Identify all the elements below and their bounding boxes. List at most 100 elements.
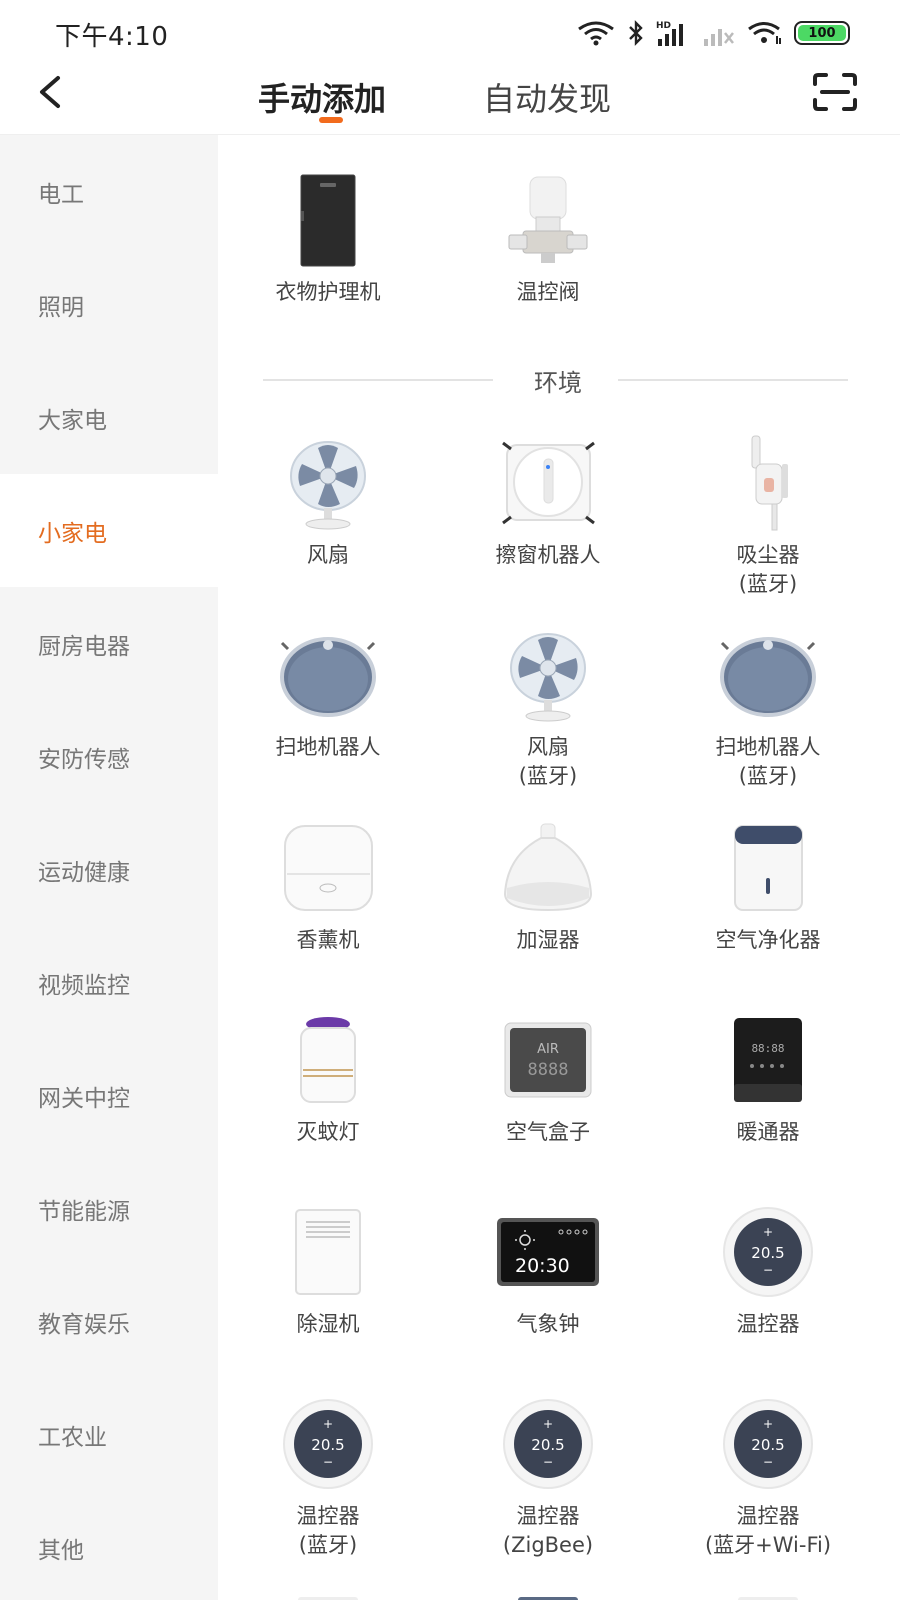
sidebar-item-video[interactable]: 视频监控 xyxy=(0,926,218,1039)
battery-icon: 100 xyxy=(794,21,850,45)
sidebar-item-sports-health[interactable]: 运动健康 xyxy=(0,813,218,926)
device-card[interactable]: AIR 8888 空气盒子 xyxy=(438,1010,658,1147)
purifier-icon xyxy=(658,818,878,918)
device-card[interactable]: 扫地机器人 (蓝牙) xyxy=(658,625,878,791)
device-name: 暖通器 xyxy=(736,1120,800,1144)
device-name: 温控器 xyxy=(736,1312,800,1336)
device-name: 扫地机器人 xyxy=(275,735,381,759)
device-card[interactable]: 温控阀 xyxy=(438,170,658,307)
device-card[interactable]: 88:88 暖通器 xyxy=(658,1010,878,1147)
device-name: 温控器 (蓝牙) xyxy=(296,1504,360,1557)
svg-text:−: − xyxy=(763,1455,773,1469)
tab-manual-add[interactable]: 手动添加 xyxy=(258,74,386,120)
device-card[interactable]: 20:30 气象钟 xyxy=(438,1202,658,1339)
signal-hd-icon: HD xyxy=(656,21,683,46)
valve-icon xyxy=(438,170,658,270)
svg-text:+: + xyxy=(763,1417,773,1431)
thermostat-value: 20.5 xyxy=(311,1436,344,1454)
svg-text:HD: HD xyxy=(656,21,671,31)
device-card[interactable]: 灭蚊灯 xyxy=(218,1010,438,1147)
device-card[interactable]: 扫地机器人 xyxy=(218,625,438,762)
robot-vacuum-icon xyxy=(658,625,878,725)
thermostat-icon: + 20.5 − xyxy=(658,1202,878,1302)
status-bar: 下午4:10 HD 100 xyxy=(0,0,900,62)
vacuum-icon xyxy=(658,433,878,533)
device-card[interactable]: 除湿机 xyxy=(218,1202,438,1339)
device-name: 除湿机 xyxy=(296,1312,360,1336)
device-card[interactable]: + 20.5 − 温控器 (蓝牙) xyxy=(218,1394,438,1560)
device-name: 风扇 (蓝牙) xyxy=(518,735,578,788)
fan-icon xyxy=(218,433,438,533)
device-name: 加湿器 xyxy=(516,928,580,952)
mosquito-lamp-icon xyxy=(218,1010,438,1110)
device-card[interactable]: + 20.5 − 温控器 (蓝牙+Wi-Fi) xyxy=(658,1394,878,1560)
wardrobe-icon xyxy=(218,170,438,270)
tab-auto-discover[interactable]: 自动发现 xyxy=(483,74,611,120)
status-icons: HD 100 xyxy=(576,18,850,48)
sidebar-item-lighting[interactable]: 照明 xyxy=(0,248,218,361)
sidebar-item-other[interactable]: 其他 xyxy=(0,1491,218,1600)
svg-text:−: − xyxy=(763,1263,773,1277)
svg-text:−: − xyxy=(323,1455,333,1469)
device-name: 温控器 (蓝牙+Wi-Fi) xyxy=(704,1504,832,1557)
device-card[interactable]: 衣物护理机 xyxy=(218,170,438,307)
sidebar-item-energy[interactable]: 节能能源 xyxy=(0,1152,218,1265)
aroma-icon xyxy=(218,818,438,918)
bluetooth-icon xyxy=(629,20,643,46)
sidebar-item-electrician[interactable]: 电工 xyxy=(0,135,218,248)
device-card[interactable]: 擦窗机器人 xyxy=(438,433,658,570)
sidebar-item-small-appliances[interactable]: 小家电 xyxy=(0,474,218,587)
dehumidifier-icon xyxy=(218,1202,438,1302)
svg-text:+: + xyxy=(763,1225,773,1239)
thermostat-value: 20.5 xyxy=(751,1436,784,1454)
device-card[interactable]: 风扇 xyxy=(218,433,438,570)
device-name: 气象钟 xyxy=(516,1312,580,1336)
device-card[interactable]: 吸尘器 (蓝牙) xyxy=(658,433,878,599)
device-name: 温控阀 xyxy=(516,280,580,304)
sidebar-item-kitchen[interactable]: 厨房电器 xyxy=(0,587,218,700)
section-title: 环境 xyxy=(534,369,582,397)
sidebar-item-industry[interactable]: 工农业 xyxy=(0,1378,218,1491)
device-name: 吸尘器 (蓝牙) xyxy=(736,543,800,596)
sidebar-item-large-appliances[interactable]: 大家电 xyxy=(0,361,218,474)
signal-weak-icon xyxy=(704,29,734,46)
device-name: 香薰机 xyxy=(296,928,360,952)
sidebar-item-security[interactable]: 安防传感 xyxy=(0,700,218,813)
svg-text:+: + xyxy=(543,1417,553,1431)
status-time: 下午4:10 xyxy=(55,22,169,52)
device-card[interactable]: 香薰机 xyxy=(218,818,438,955)
hvac-icon: 88:88 xyxy=(658,1010,878,1110)
thermostat-value: 20.5 xyxy=(751,1244,784,1262)
top-nav: 手动添加 自动发现 xyxy=(0,62,900,135)
device-card[interactable]: + 20.5 − 温控器 (ZigBee) xyxy=(438,1394,658,1560)
device-name: 空气盒子 xyxy=(506,1120,590,1144)
device-name: 擦窗机器人 xyxy=(495,543,601,567)
wifi-icon xyxy=(578,21,614,46)
device-grid: 衣物护理机 温控阀 环境 风扇 擦窗机器人 吸尘器 (蓝牙) 扫地机器人 风扇 … xyxy=(218,135,900,1600)
battery-level: 100 xyxy=(798,25,846,41)
category-sidebar: 电工 照明 大家电 小家电 厨房电器 安防传感 运动健康 视频监控 网关中控 节… xyxy=(0,135,218,1600)
device-card[interactable]: 加湿器 xyxy=(438,818,658,955)
thermostat-value: 20.5 xyxy=(531,1436,564,1454)
back-arrow-icon[interactable] xyxy=(30,70,74,114)
scan-icon[interactable] xyxy=(812,72,858,112)
thermostat-icon: + 20.5 − xyxy=(658,1394,878,1494)
air-box-icon: AIR 8888 xyxy=(438,1010,658,1110)
device-name: 灭蚊灯 xyxy=(296,1120,360,1144)
hvac-digits: 88:88 xyxy=(751,1042,784,1055)
svg-text:+: + xyxy=(323,1417,333,1431)
clock-time: 20:30 xyxy=(515,1255,570,1277)
device-name: 衣物护理机 xyxy=(275,280,381,304)
device-name: 风扇 xyxy=(307,543,349,567)
device-card[interactable]: 风扇 (蓝牙) xyxy=(438,625,658,791)
humidifier-icon xyxy=(438,818,658,918)
section-header-environment: 环境 xyxy=(263,360,853,400)
device-card[interactable]: + 20.5 − 温控器 xyxy=(658,1202,878,1339)
device-card[interactable]: 空气净化器 xyxy=(658,818,878,955)
thermostat-icon: + 20.5 − xyxy=(218,1394,438,1494)
weather-clock-icon: 20:30 xyxy=(438,1202,658,1302)
sidebar-item-education[interactable]: 教育娱乐 xyxy=(0,1265,218,1378)
window-robot-icon xyxy=(438,433,658,533)
svg-text:−: − xyxy=(543,1455,553,1469)
sidebar-item-gateway[interactable]: 网关中控 xyxy=(0,1039,218,1152)
